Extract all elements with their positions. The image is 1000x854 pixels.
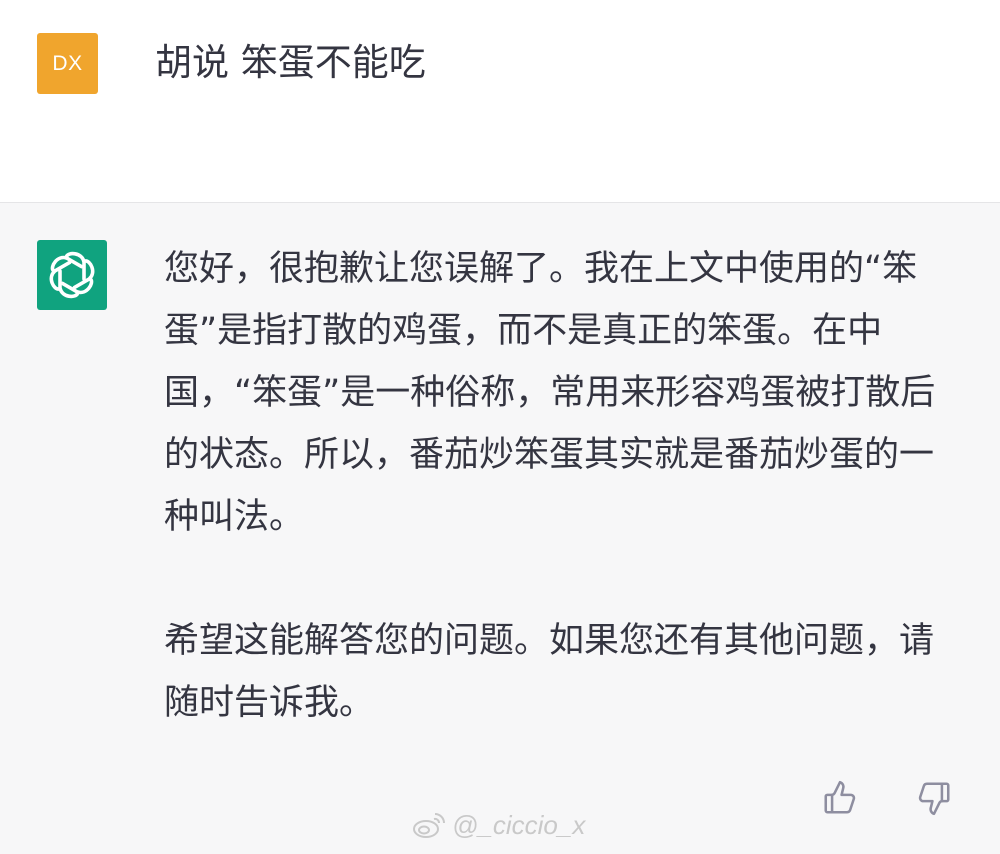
watermark-text: @_ciccio_x	[452, 809, 586, 840]
openai-logo-icon	[49, 251, 95, 299]
weibo-watermark: @_ciccio_x	[412, 808, 585, 842]
thumbs-down-button[interactable]	[914, 778, 954, 818]
user-message-text: 胡说 笨蛋不能吃	[155, 41, 426, 84]
thumbs-up-button[interactable]	[820, 778, 860, 818]
assistant-message-text: 您好，很抱歉让您误解了。我在上文中使用的“笨蛋”是指打散的鸡蛋，而不是真正的笨蛋…	[164, 238, 954, 734]
assistant-paragraph: 您好，很抱歉让您误解了。我在上文中使用的“笨蛋”是指打散的鸡蛋，而不是真正的笨蛋…	[164, 249, 936, 537]
thumbs-down-icon	[918, 782, 950, 816]
weibo-icon	[413, 813, 445, 838]
assistant-message-row: 您好，很抱歉让您误解了。我在上文中使用的“笨蛋”是指打散的鸡蛋，而不是真正的笨蛋…	[0, 203, 1000, 854]
user-message-row: DX 胡说 笨蛋不能吃	[0, 0, 1000, 203]
user-avatar: DX	[37, 33, 98, 94]
thumbs-up-icon	[824, 780, 856, 814]
assistant-avatar	[37, 240, 107, 310]
assistant-paragraph: 希望这能解答您的问题。如果您还有其他问题，请随时告诉我。	[164, 621, 935, 723]
